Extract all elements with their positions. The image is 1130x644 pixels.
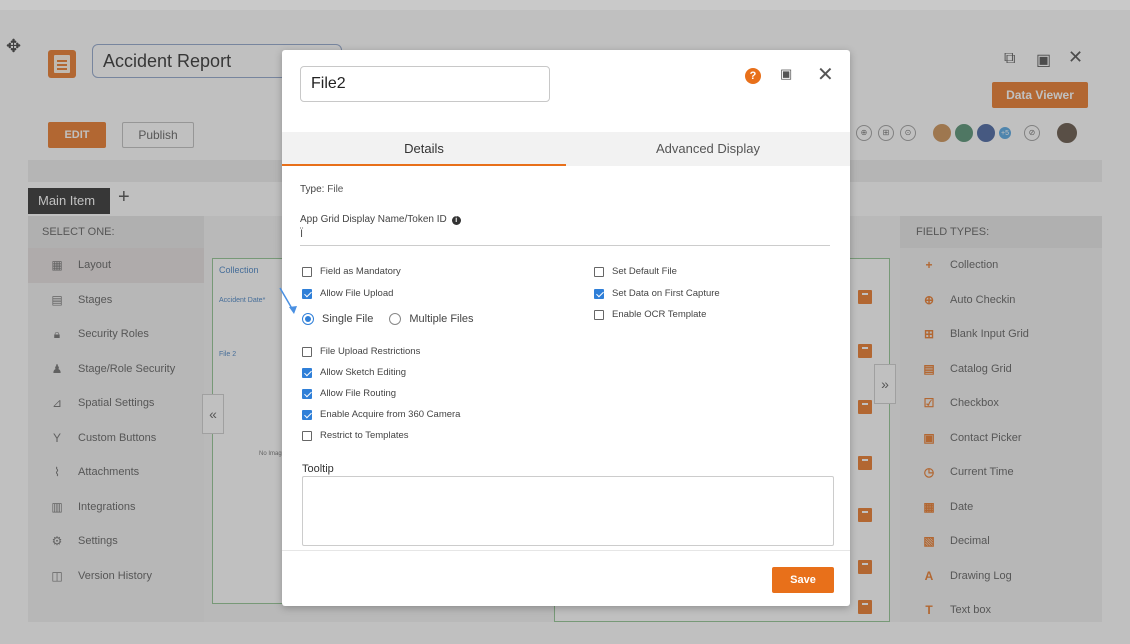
allow-sketch-editing-checkbox[interactable]: Allow Sketch Editing	[302, 367, 406, 378]
radio-label: Multiple Files	[409, 313, 474, 325]
tab-advanced-display[interactable]: Advanced Display	[566, 132, 850, 166]
single-file-radio[interactable]	[302, 313, 314, 325]
token-input[interactable]: Ï	[300, 228, 830, 246]
token-label: App Grid Display Name/Token ID	[300, 214, 447, 225]
field-name-input[interactable]	[300, 66, 550, 102]
file-upload-restrictions-checkbox[interactable]: File Upload Restrictions	[302, 346, 420, 357]
enable-360-camera-checkbox[interactable]: Enable Acquire from 360 Camera	[302, 409, 460, 420]
top-strip	[0, 0, 1130, 10]
checkbox-box[interactable]	[302, 430, 312, 441]
field-properties-dialog: ? ▣ ✕ Details Advanced Display Type: Fil…	[282, 50, 850, 606]
checkbox-label: Allow Sketch Editing	[320, 367, 407, 378]
checkbox-label: File Upload Restrictions	[320, 346, 421, 357]
save-button[interactable]: Save	[772, 567, 834, 593]
token-row: App Grid Display Name/Token ID i	[300, 214, 461, 225]
help-icon[interactable]: ?	[745, 68, 761, 84]
checkbox-box[interactable]	[302, 266, 312, 277]
checkbox-label: Enable OCR Template	[612, 309, 707, 320]
checkbox-box[interactable]	[594, 309, 604, 320]
allow-file-upload-checkbox[interactable]: Allow File Upload	[302, 288, 393, 299]
tab-details[interactable]: Details	[282, 132, 566, 166]
checkbox-label: Allow File Routing	[320, 388, 397, 399]
checkbox-label: Restrict to Templates	[320, 430, 409, 441]
allow-file-routing-checkbox[interactable]: Allow File Routing	[302, 388, 396, 399]
checkbox-box[interactable]	[594, 288, 604, 299]
checkbox-label: Allow File Upload	[320, 288, 394, 299]
close-dialog-icon[interactable]: ✕	[817, 62, 834, 87]
file-count-radio-group: Single File Multiple Files	[302, 313, 474, 325]
type-row: Type: File	[300, 184, 343, 195]
info-icon[interactable]: i	[451, 216, 461, 225]
radio-label: Single File	[322, 313, 374, 325]
set-data-on-first-capture-checkbox[interactable]: Set Data on First Capture	[594, 288, 720, 299]
field-as-mandatory-checkbox[interactable]: Field as Mandatory	[302, 266, 401, 277]
enable-ocr-template-checkbox[interactable]: Enable OCR Template	[594, 309, 706, 320]
checkbox-box[interactable]	[302, 409, 312, 420]
checkbox-box[interactable]	[302, 367, 312, 378]
tooltip-label: Tooltip	[302, 463, 334, 475]
checkbox-label: Field as Mandatory	[320, 266, 401, 277]
checkbox-box[interactable]	[302, 288, 312, 299]
pointer-arrow-icon	[279, 287, 297, 314]
checkbox-label: Enable Acquire from 360 Camera	[320, 409, 461, 420]
checkbox-label: Set Data on First Capture	[612, 288, 720, 299]
type-label: Type:	[300, 184, 325, 195]
checkbox-box[interactable]	[594, 266, 604, 277]
set-default-file-checkbox[interactable]: Set Default File	[594, 266, 677, 277]
maximize-icon[interactable]: ▣	[780, 66, 792, 82]
dialog-tabs: Details Advanced Display	[282, 132, 850, 166]
type-value: File	[327, 184, 344, 195]
checkbox-label: Set Default File	[612, 266, 677, 277]
multiple-files-radio[interactable]	[389, 313, 402, 325]
checkbox-box[interactable]	[302, 388, 312, 399]
dialog-body: Type: File App Grid Display Name/Token I…	[282, 168, 850, 548]
dialog-footer: Save	[282, 550, 850, 606]
checkbox-box[interactable]	[302, 346, 312, 357]
restrict-to-templates-checkbox[interactable]: Restrict to Templates	[302, 430, 409, 441]
tooltip-textarea[interactable]	[302, 476, 834, 546]
